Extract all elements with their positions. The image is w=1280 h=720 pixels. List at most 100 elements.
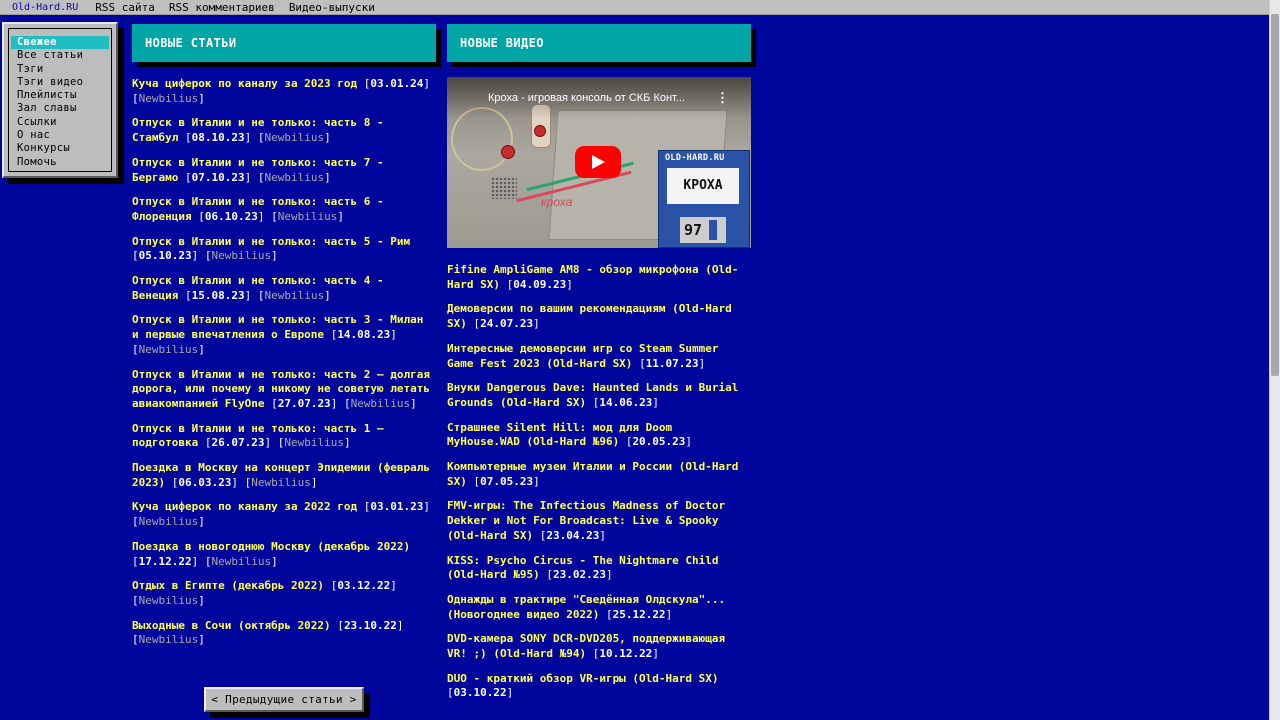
bracket: ] [423,500,431,514]
article-author-link[interactable]: Newbilius [264,131,324,144]
console-speaker [491,177,517,199]
bracket: ] [396,618,404,632]
article-item: Отпуск в Италии и не только: часть 1 — п… [132,422,432,451]
site-home-link[interactable]: Old-Hard.RU [0,2,88,13]
video-title-link[interactable]: Однажды в трактире "Сведённая Олдскула".… [447,593,725,621]
disk-shutter: 97 [680,217,726,243]
article-author-link[interactable]: Newbilius [139,633,199,646]
bracket: ] [410,396,417,410]
article-item: Куча циферок по каналу за 2023 год [03.0… [132,77,432,106]
article-item: Поездка в Москву на концерт Эпидемии (фе… [132,461,432,490]
bracket: ] [324,170,331,184]
sidebar-item-all-articles[interactable]: Все статьи [11,49,109,62]
sidebar-item-help[interactable]: Помочь [11,156,109,169]
bracket: ] [264,436,272,450]
article-title-link[interactable]: Отпуск в Италии и не только: часть 5 - Р… [132,235,410,248]
scrollbar-thumb[interactable] [1271,14,1279,376]
article-author-link[interactable]: Newbilius [211,555,271,568]
bracket: ] [191,249,199,263]
bracket: [ [639,356,646,370]
sidebar-item-links[interactable]: Ссылки [11,116,109,129]
sidebar-item-contests[interactable]: Конкурсы [11,142,109,155]
article-author-link[interactable]: Newbilius [284,436,344,449]
bracket: [ [198,209,205,223]
bracket: [ [184,170,192,184]
page-scrollbar[interactable] [1269,0,1280,720]
article-title-link[interactable]: Выходные в Сочи (октябрь 2022) [132,619,331,632]
article-title-link[interactable]: Куча циферок по каналу за 2022 год [132,500,357,513]
video-title[interactable]: Кроха - игровая консоль от СКБ Конт... [488,92,685,104]
bracket: ] [330,396,338,410]
article-author-link[interactable]: Newbilius [139,343,199,356]
video-title-link[interactable]: DVD-камера SONY DCR-DVD205, поддерживающ… [447,632,725,660]
bracket: ] [599,528,606,542]
bracket: ] [198,633,205,647]
bracket: ] [652,395,659,409]
article-author-link[interactable]: Newbilius [139,515,199,528]
video-date: 04.09.23 [513,277,567,291]
episode-number: 97 [684,221,703,239]
video-date: 24.07.23 [480,317,534,331]
video-item: Демоверсии по вашим рекомендациям (Old-H… [447,302,751,331]
bracket: ] [533,317,540,331]
video-date: 14.06.23 [599,395,653,409]
bracket: ] [198,91,205,105]
article-author-link[interactable]: Newbilius [251,476,311,489]
bracket: ] [665,607,673,621]
article-date: 07.10.23 [191,170,245,184]
vertical-dots-icon[interactable]: ⋮ [716,90,729,106]
article-date: 06.03.23 [178,475,232,489]
bracket: ] [390,579,397,593]
article-author-link[interactable]: Newbilius [264,289,324,302]
article-date: 23.10.22 [343,618,397,632]
bracket: [ [184,288,192,302]
bracket: ] [198,515,205,529]
article-author-link[interactable]: Newbilius [211,249,271,262]
video-episodes-link[interactable]: Видео-выпуски [282,1,382,14]
video-title-link[interactable]: DUO - краткий обзор VR-игры (Old-Hard SX… [447,672,719,685]
bracket: [ [132,91,139,105]
video-item: Однажды в трактире "Сведённая Олдскула".… [447,593,751,622]
video-item: Компьютерные музеи Италии и России (Old-… [447,460,751,489]
sidebar-item-hall-of-fame[interactable]: Зал славы [11,102,109,115]
articles-list: Куча циферок по каналу за 2023 год [03.0… [132,77,432,658]
bracket: ] [198,593,205,607]
article-item: Отпуск в Италии и не только: часть 4 - В… [132,274,432,303]
article-title-link[interactable]: Поездка в новогоднюю Москву (декабрь 202… [132,540,410,553]
article-title-link[interactable]: Отдых в Египте (декабрь 2022) [132,579,324,592]
video-title-link[interactable]: Fifine AmpliGame AM8 - обзор микрофона (… [447,263,738,291]
sidebar-item-fresh[interactable]: Свежее [11,36,109,50]
sidebar-item-playlists[interactable]: Плейлисты [11,89,109,102]
video-date: 23.02.23 [552,568,606,582]
article-author-link[interactable]: Newbilius [264,171,324,184]
bracket: ] [310,475,318,489]
bracket: ] [271,554,278,568]
article-author-link[interactable]: Newbilius [351,397,411,410]
article-item: Выходные в Сочи (октябрь 2022) [23.10.22… [132,619,432,648]
bracket: [ [132,554,139,568]
sidebar-item-video-tags[interactable]: Тэги видео [11,76,109,89]
rss-site-link[interactable]: RSS сайта [88,1,162,14]
article-date: 06.10.23 [204,209,258,223]
article-author-link[interactable]: Newbilius [139,92,199,105]
article-date: 15.08.23 [191,288,245,302]
video-player[interactable]: кроха Кроха - игровая консоль от СКБ Кон… [447,77,751,248]
bracket: ] [698,356,706,370]
video-date: 07.05.23 [480,474,534,488]
bracket: ] [324,131,331,145]
youtube-play-icon[interactable] [575,146,621,178]
article-date: 17.12.22 [138,554,192,568]
article-item: Отпуск в Италии и не только: часть 5 - Р… [132,235,432,264]
article-author-link[interactable]: Newbilius [139,594,199,607]
sidebar-item-about[interactable]: О нас [11,129,109,142]
article-title-link[interactable]: Куча циферок по каналу за 2023 год [132,77,357,90]
rss-comments-link[interactable]: RSS комментариев [162,1,282,14]
article-item: Куча циферок по каналу за 2022 год [03.0… [132,500,432,529]
previous-articles-button[interactable]: < Предыдущие статьи > [204,687,364,712]
bracket: [ [546,568,553,582]
article-author-link[interactable]: Newbilius [278,210,338,223]
bracket: ] [198,342,205,356]
sidebar-item-tags[interactable]: Тэги [11,63,109,76]
video-date: 25.12.22 [612,607,666,621]
videos-header: НОВЫЕ ВИДЕО [447,24,751,62]
